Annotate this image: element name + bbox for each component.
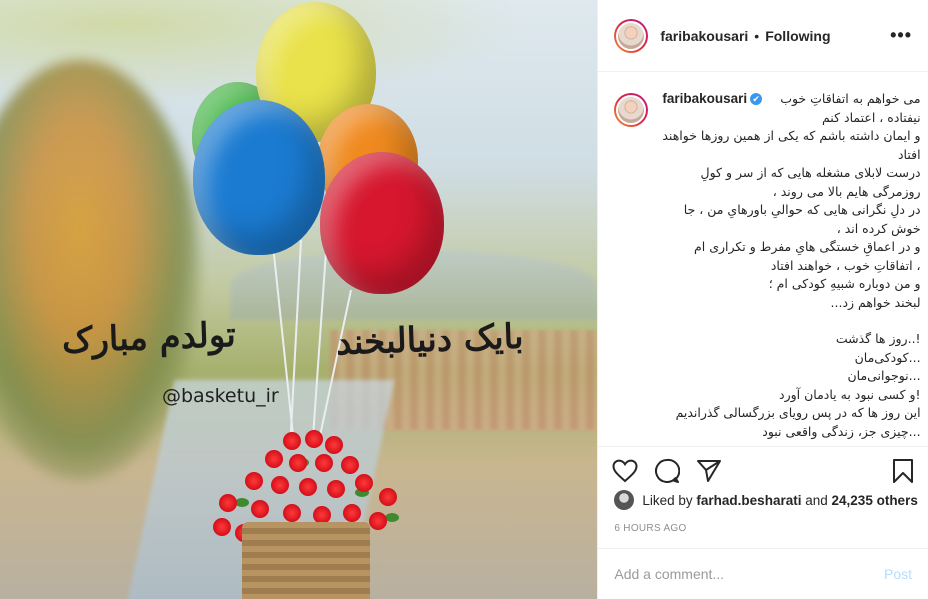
rose bbox=[213, 518, 231, 536]
caption-line: روزمرگی هایم بالا می روند ، bbox=[772, 183, 921, 199]
rose bbox=[265, 450, 283, 468]
caption-line: می خواهم به اتفاقاتِ خوب bbox=[780, 91, 921, 106]
rose bbox=[271, 476, 289, 494]
likes-summary: Liked by farhad.besharati and 24,235 oth… bbox=[614, 490, 918, 510]
verified-badge-icon: ✔ bbox=[750, 93, 763, 106]
caption-username[interactable]: faribakousari bbox=[662, 91, 747, 106]
smile-calligraphy: بایک دنیالبخند bbox=[335, 316, 525, 364]
rose bbox=[251, 500, 269, 518]
rose bbox=[299, 478, 317, 496]
caption-line: و در اعماقِ خستگی هایِ مفرط و تکراری ام bbox=[694, 239, 921, 254]
author-username[interactable]: faribakousari bbox=[660, 28, 748, 44]
liker-avatar[interactable] bbox=[614, 490, 635, 510]
avatar-photo bbox=[616, 95, 647, 125]
rose bbox=[305, 430, 323, 448]
separator-dot: • bbox=[754, 27, 760, 44]
blue-balloon bbox=[193, 100, 325, 255]
caption-line: لبخند خواهم زد... bbox=[830, 294, 921, 310]
post-header: faribakousari • Following ••• bbox=[598, 0, 928, 72]
rose bbox=[369, 512, 387, 530]
birthday-calligraphy: تولدم مبارک bbox=[61, 314, 237, 362]
avatar-photo bbox=[616, 20, 647, 51]
instagram-post: تولدم مبارک بایک دنیالبخند @basketu_ir f… bbox=[0, 0, 928, 599]
more-options-icon[interactable]: ••• bbox=[890, 25, 912, 46]
caption-line: و من دوباره شبیهِ کودکی ام ؛ bbox=[768, 276, 921, 291]
comment-input[interactable]: Add a comment... bbox=[614, 566, 724, 582]
wicker-basket bbox=[242, 522, 370, 599]
rose bbox=[355, 474, 373, 492]
rose bbox=[219, 494, 237, 512]
post-timestamp[interactable]: 6 HOURS AGO bbox=[614, 523, 686, 534]
caption-line: ، اتفاقاتِ خوب ، خواهند افتاد bbox=[770, 257, 921, 273]
like-heart-icon[interactable] bbox=[612, 459, 638, 483]
rose bbox=[379, 488, 397, 506]
leaf bbox=[235, 498, 249, 507]
share-paper-plane-icon[interactable] bbox=[696, 459, 722, 483]
rose bbox=[315, 454, 333, 472]
caption-line: افتاد bbox=[897, 146, 921, 162]
post-sidebar: faribakousari • Following ••• faribakous… bbox=[597, 0, 928, 599]
caption-avatar[interactable] bbox=[614, 93, 649, 127]
rose bbox=[343, 504, 361, 522]
watermark-handle: @basketu_ir bbox=[162, 385, 279, 407]
rose bbox=[341, 456, 359, 474]
rose bbox=[289, 454, 307, 472]
rose bbox=[283, 504, 301, 522]
caption: faribakousari ✔ می خواهم به اتفاقاتِ خوب … bbox=[662, 90, 920, 442]
save-bookmark-icon[interactable] bbox=[892, 458, 914, 484]
post-image[interactable]: تولدم مبارک بایک دنیالبخند @basketu_ir bbox=[0, 0, 598, 599]
rose bbox=[327, 480, 345, 498]
caption-line: این روز ها که در پس رویای بزرگسالی گذران… bbox=[675, 405, 921, 420]
caption-line: ...کودکی‌مان bbox=[854, 349, 921, 365]
caption-line: درست لابلای مشغله هایی که از سر و کولِ bbox=[700, 165, 921, 180]
caption-line: نیفتاده ، اعتماد کنم bbox=[821, 109, 921, 125]
following-button[interactable]: Following bbox=[765, 28, 830, 44]
caption-line: در دلِ نگرانی هایی که حوالیِ باورهایِ من… bbox=[683, 202, 921, 217]
comment-bubble-icon[interactable] bbox=[654, 458, 681, 484]
action-bar bbox=[598, 446, 928, 494]
caption-line: خوش کرده اند ، bbox=[836, 220, 921, 236]
caption-line: !و کسی نبود به یادمان آورد bbox=[779, 386, 921, 402]
caption-line: و ایمان داشته باشم که یکی از همین روزها … bbox=[662, 128, 921, 143]
likes-others-link[interactable]: 24,235 others bbox=[832, 493, 918, 508]
add-comment-bar: Add a comment... Post bbox=[598, 548, 928, 599]
liker-username[interactable]: farhad.besharati bbox=[696, 493, 801, 508]
leaf bbox=[385, 513, 399, 522]
caption-line: !..روز ها گذشت bbox=[835, 331, 921, 346]
post-comment-button[interactable]: Post bbox=[884, 566, 912, 582]
likes-prefix: Liked by bbox=[642, 492, 693, 508]
author-avatar[interactable] bbox=[614, 18, 649, 53]
rose bbox=[283, 432, 301, 450]
rose bbox=[245, 472, 263, 490]
red-balloon bbox=[320, 152, 444, 294]
caption-area: faribakousari ✔ می خواهم به اتفاقاتِ خوب … bbox=[598, 72, 928, 442]
likes-joiner: and bbox=[805, 492, 828, 508]
rose bbox=[325, 436, 343, 454]
caption-line: ...چیزی جز، زندگی واقعی نبود bbox=[762, 423, 921, 439]
caption-line: ...نوجوانی‌مان bbox=[847, 368, 921, 383]
